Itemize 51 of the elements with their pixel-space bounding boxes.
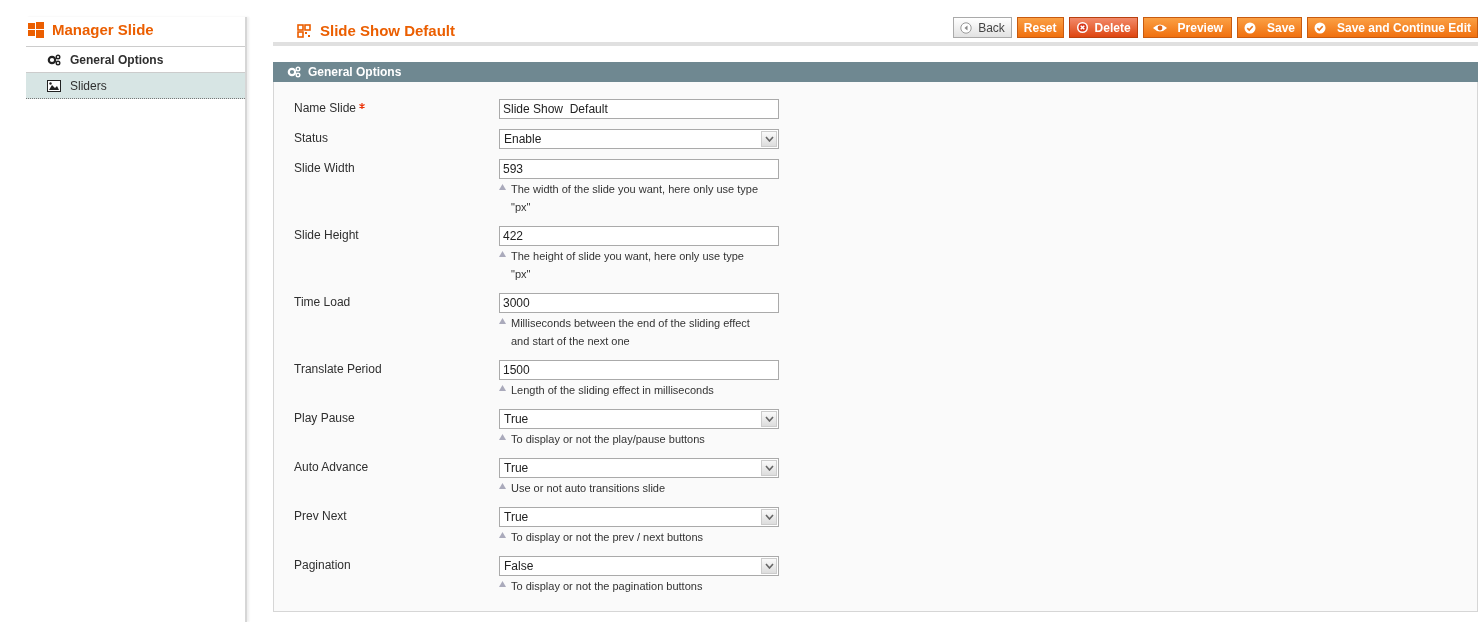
field-label: Time Load bbox=[294, 295, 351, 311]
dropdown[interactable]: True bbox=[499, 409, 779, 429]
checkmark-icon bbox=[1243, 21, 1256, 34]
triangle-icon bbox=[499, 318, 506, 324]
close-icon bbox=[1075, 21, 1089, 34]
triangle-icon bbox=[499, 483, 506, 489]
dropdown[interactable]: False bbox=[499, 556, 779, 576]
field-hint: To display or not the pagination buttons bbox=[511, 579, 703, 594]
sidebar-tab[interactable]: Sliders bbox=[26, 73, 245, 99]
triangle-icon bbox=[499, 532, 506, 538]
triangle-icon bbox=[499, 184, 506, 190]
field-label: Auto Advance bbox=[294, 460, 369, 476]
gears-icon bbox=[287, 66, 301, 78]
panel-title: General Options bbox=[308, 65, 402, 79]
field-label: Play Pause bbox=[294, 411, 355, 427]
field-hint: The height of slide you want, here only use type "px" bbox=[511, 249, 744, 282]
field-hint: Length of the sliding effect in milliseconds bbox=[511, 383, 714, 398]
sidebar-tab[interactable]: General Options bbox=[26, 47, 245, 73]
checkmark-icon bbox=[1314, 21, 1326, 34]
sidebar-title: Manager Slide bbox=[52, 21, 154, 38]
dropdown[interactable]: True bbox=[499, 458, 779, 478]
triangle-icon bbox=[499, 581, 506, 587]
field-label: Status bbox=[294, 131, 329, 147]
field-label: Translate Period bbox=[294, 362, 382, 378]
dropdown[interactable]: True bbox=[499, 507, 779, 527]
field-label: Name Slide bbox=[294, 101, 357, 117]
input-field[interactable]: 1500 bbox=[499, 360, 779, 380]
windows-logo-icon bbox=[28, 21, 44, 38]
triangle-icon bbox=[499, 251, 506, 257]
triangle-icon bbox=[499, 385, 506, 391]
back-button[interactable]: Back bbox=[953, 17, 1012, 38]
dropdown[interactable]: Enable bbox=[499, 129, 779, 149]
field-hint: To display or not the play/pause buttons bbox=[511, 432, 705, 447]
input-field[interactable]: 593 bbox=[499, 159, 779, 179]
qr-code-icon bbox=[297, 23, 311, 38]
triangle-icon bbox=[499, 434, 506, 440]
field-hint: Use or not auto transitions slide bbox=[511, 481, 666, 496]
eye-icon bbox=[1151, 22, 1168, 33]
gears-icon bbox=[47, 53, 61, 66]
field-label: Slide Height bbox=[294, 228, 359, 244]
input-field[interactable]: 422 bbox=[499, 226, 779, 246]
field-hint: To display or not the prev / next buttons bbox=[511, 530, 703, 545]
input-field[interactable]: 3000 bbox=[499, 293, 779, 313]
page-title: Slide Show Default bbox=[320, 22, 455, 39]
field-hint: The width of the slide you want, here only use type "px" bbox=[511, 182, 759, 215]
field-label: Pagination bbox=[294, 558, 351, 574]
field-label: Prev Next bbox=[294, 509, 347, 525]
image-icon bbox=[47, 79, 61, 92]
input-field[interactable]: Slide Show Default bbox=[499, 99, 779, 119]
field-label: Slide Width bbox=[294, 161, 355, 177]
field-hint: Milliseconds between the end of the sliding effect and start of the next one bbox=[511, 316, 750, 349]
